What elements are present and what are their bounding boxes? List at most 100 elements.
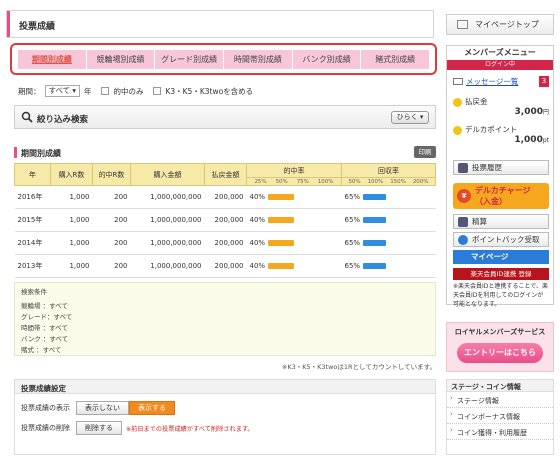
return-rate-bar <box>363 263 386 269</box>
col-header-win-rate: 的中率 <box>246 163 342 178</box>
mypage-label: マイページ <box>471 252 509 261</box>
mypage-button[interactable]: マイページ <box>453 250 549 264</box>
cell-amount: 1,000,000,000 <box>130 208 205 232</box>
open-search-label: ひらく <box>396 113 418 121</box>
charge-button[interactable]: ¥ デルカチャージ （入金） <box>453 183 549 209</box>
entry-button[interactable]: エントリーはこちら <box>457 343 543 363</box>
cell-return-rate: 65% <box>341 185 436 209</box>
coin-history-link[interactable]: コイン獲得・利用履歴 <box>447 424 553 440</box>
condition-line: 競輪場 ：すべて <box>21 302 68 310</box>
charge-icon: ¥ <box>457 189 471 203</box>
mypage-top-label: マイページトップ <box>475 20 539 29</box>
show-button[interactable]: 表示する <box>129 401 175 415</box>
table-row: 2013年 1,000 200 1,000,000,000 200,000 40% 65% <box>14 254 436 278</box>
rakuten-link-button[interactable]: 楽天会員ID連携 登録 <box>453 268 549 280</box>
return-rate-label: 65% <box>344 216 361 224</box>
win-rate-label: 40% <box>249 193 266 201</box>
narrow-search-bar[interactable]: 絞り込み検索 ひらく ▾ <box>14 105 436 129</box>
cell-amount: 1,000,000,000 <box>130 231 205 255</box>
coin-bonus-link[interactable]: コインボーナス情報 <box>447 408 553 424</box>
cell-hit: 200 <box>92 185 131 209</box>
filter-row: 期間： すべて ▾ 年 的中のみ K3・K5・K3twoを含める <box>18 84 253 98</box>
pointback-button[interactable]: ポイントバック受取 <box>453 232 549 247</box>
stage-info-link[interactable]: ステージ情報 <box>447 392 553 408</box>
section-accent-bar <box>14 147 17 158</box>
return-rate-label: 65% <box>344 193 361 201</box>
search-icon <box>21 111 33 123</box>
cell-hit: 200 <box>92 231 131 255</box>
count-note: ※K3・K5・K3twoは1Rとしてカウントしています。 <box>281 363 436 371</box>
table-row: 2016年 1,000 200 1,000,000,000 200,000 40% 65% <box>14 185 436 209</box>
narrow-search-label: 絞り込み検索 <box>37 115 89 125</box>
cell-year: 2015年 <box>14 208 51 232</box>
tab-5[interactable]: 賭式別成績 <box>361 50 430 69</box>
results-tabs: 期間別成績 競輪場別成績 グレード別成績 時間帯別成績 バンク別成績 賭式別成績 <box>10 43 437 75</box>
tab-2[interactable]: グレード別成績 <box>155 50 225 69</box>
tab-4[interactable]: バンク別成績 <box>292 50 362 69</box>
points-value: 1,000 <box>514 135 543 145</box>
settle-label: 精算 <box>472 217 487 226</box>
hit-only-label: 的中のみ <box>113 86 144 96</box>
win-rate-bar <box>268 194 294 200</box>
print-button[interactable]: 印刷 <box>414 146 436 158</box>
col-header-hit: 的中R数 <box>92 163 131 186</box>
cell-year: 2013年 <box>14 254 51 278</box>
cell-payout: 200,000 <box>204 185 247 209</box>
settings-panel: 投票成績設定 投票成績の表示 表示しない 表示する 投票成績の削除 削除する ※… <box>14 379 436 455</box>
hit-only-checkbox[interactable] <box>101 87 110 95</box>
conditions-title: 検索条件 <box>21 288 47 296</box>
delete-label: 投票成績の削除 <box>21 424 70 432</box>
return-rate-label: 65% <box>344 262 361 270</box>
condition-line: 賭式 ：すべて <box>21 346 62 354</box>
cell-amount: 1,000,000,000 <box>130 254 205 278</box>
login-status: ログイン中 <box>447 60 553 70</box>
col-header-payout: 払戻金額 <box>204 163 247 186</box>
settle-button[interactable]: 精算 <box>453 214 549 229</box>
win-rate-bar <box>268 217 294 223</box>
tab-0[interactable]: 期間別成績 <box>18 50 87 69</box>
include-k3-checkbox[interactable] <box>153 87 162 95</box>
win-rate-label: 40% <box>249 262 266 270</box>
period-unit: 年 <box>83 86 92 96</box>
cell-return-rate: 65% <box>341 208 436 232</box>
period-label: 期間： <box>18 86 41 96</box>
cell-year: 2014年 <box>14 231 51 255</box>
open-search-button[interactable]: ひらく ▾ <box>391 111 429 124</box>
mypage-top-button[interactable]: マイページトップ <box>446 14 554 35</box>
return-rate-bar <box>363 194 386 200</box>
period-select[interactable]: すべて ▾ <box>44 85 80 97</box>
display-setting-row: 投票成績の表示 表示しない 表示する <box>21 400 175 416</box>
section-header: 期間別成績 印刷 <box>14 146 436 160</box>
page-title: 投票成績 <box>19 22 56 32</box>
condition-line: バンク ：すべて <box>21 335 69 343</box>
section-title: 期間別成績 <box>21 149 61 158</box>
hide-button[interactable]: 表示しない <box>76 401 129 415</box>
delete-button[interactable]: 削除する <box>76 421 122 435</box>
messages-count-badge: 3 <box>539 76 549 87</box>
tab-1[interactable]: 競輪場別成績 <box>86 50 156 69</box>
cell-return-rate: 65% <box>341 231 436 255</box>
cell-win-rate: 40% <box>246 231 342 255</box>
return-rate-scale: 50% 100% 150% 200% <box>341 177 436 186</box>
chevron-down-icon: ▾ <box>72 86 76 95</box>
condition-line: グレード：すべて <box>21 313 73 321</box>
messages-link[interactable]: メッセージ一覧 3 <box>453 76 549 88</box>
display-label: 投票成績の表示 <box>21 404 70 412</box>
history-button[interactable]: 投票履歴 <box>453 160 549 175</box>
points-unit: pt <box>542 137 549 144</box>
envelope-icon <box>453 78 463 85</box>
cell-win-rate: 40% <box>246 208 342 232</box>
cell-year: 2016年 <box>14 185 51 209</box>
win-rate-label: 40% <box>249 239 266 247</box>
cell-win-rate: 40% <box>246 254 342 278</box>
royal-title: ロイヤルメンバーズサービス <box>454 328 546 336</box>
tab-3[interactable]: 時間帯別成績 <box>224 50 293 69</box>
win-rate-bar <box>268 240 294 246</box>
cell-return-rate: 65% <box>341 254 436 278</box>
col-header-year: 年 <box>14 163 51 186</box>
table-row: 2014年 1,000 200 1,000,000,000 200,000 40% 65% <box>14 231 436 255</box>
return-rate-label: 65% <box>344 239 361 247</box>
charge-label-line1: デルカチャージ <box>475 186 531 195</box>
cell-payout: 200,000 <box>204 254 247 278</box>
delete-setting-row: 投票成績の削除 削除する ※前日までの投票成績がすべて削除されます。 <box>21 420 254 436</box>
